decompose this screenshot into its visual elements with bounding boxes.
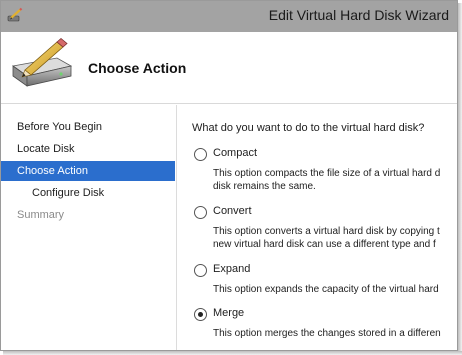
step-configure-disk[interactable]: Configure Disk — [1, 183, 175, 203]
window-shadow-bottom — [3, 351, 462, 355]
radio-selected-dot — [198, 312, 203, 317]
merge-label[interactable]: Merge — [213, 307, 244, 319]
compact-description-line-1: This option compacts the file size of a … — [213, 168, 441, 179]
pencil-disk-icon — [7, 7, 23, 22]
expand-radio[interactable] — [194, 264, 207, 277]
question-label: What do you want to do to the virtual ha… — [192, 122, 425, 134]
window-shadow-right — [458, 3, 462, 355]
convert-description-line-2: new virtual hard disk can use a differen… — [213, 239, 436, 250]
window-title: Edit Virtual Hard Disk Wizard — [268, 7, 449, 23]
wizard-window: Edit Virtual Hard Disk Wizard Choose Act… — [0, 0, 458, 351]
merge-description: This option merges the changes stored in… — [213, 328, 441, 339]
step-choose-action[interactable]: Choose Action — [1, 161, 175, 181]
merge-radio[interactable] — [194, 308, 207, 321]
compact-description-line-2: disk remains the same. — [213, 181, 316, 192]
convert-radio[interactable] — [194, 206, 207, 219]
wizard-steps-nav: Before You Begin Locate Disk Choose Acti… — [1, 105, 177, 350]
title-bar[interactable]: Edit Virtual Hard Disk Wizard — [1, 1, 457, 32]
convert-description-line-1: This option converts a virtual hard disk… — [213, 226, 440, 237]
convert-label[interactable]: Convert — [213, 205, 252, 217]
compact-radio[interactable] — [194, 148, 207, 161]
step-locate-disk[interactable]: Locate Disk — [1, 139, 175, 159]
disk-with-pencil-icon — [11, 37, 73, 87]
expand-description: This option expands the capacity of the … — [213, 284, 439, 295]
main-content: What do you want to do to the virtual ha… — [178, 105, 457, 350]
page-title: Choose Action — [88, 60, 187, 76]
step-before-you-begin[interactable]: Before You Begin — [1, 117, 175, 137]
step-summary: Summary — [17, 209, 65, 221]
compact-label[interactable]: Compact — [213, 147, 257, 159]
expand-label[interactable]: Expand — [213, 263, 250, 275]
wizard-header: Choose Action — [1, 32, 457, 104]
